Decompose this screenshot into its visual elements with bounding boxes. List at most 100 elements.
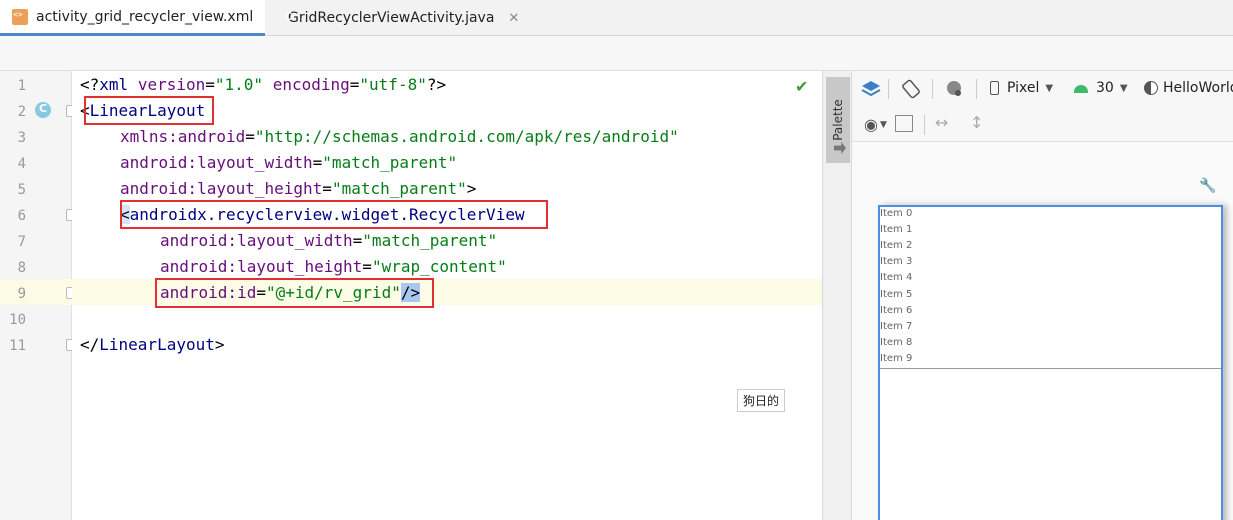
- token: =: [362, 257, 372, 276]
- line-number: 3: [17, 130, 26, 146]
- separator: [924, 115, 925, 135]
- token: layout_width: [237, 231, 353, 250]
- close-icon[interactable]: ✕: [508, 11, 519, 26]
- phone-icon: [990, 81, 999, 95]
- token: "utf-8": [359, 75, 427, 94]
- horizontal-resize-icon[interactable]: ↔: [935, 113, 948, 132]
- line-number: 7: [17, 234, 26, 250]
- recycler-item: Item 2: [880, 240, 913, 251]
- token: "http://schemas.android.com/apk/res/andr…: [254, 127, 679, 146]
- palette-tab[interactable]: Palette: [826, 77, 850, 163]
- line-number: 2: [17, 104, 26, 120]
- token: <?: [80, 75, 100, 94]
- separator: [976, 79, 977, 99]
- line-number-gutter: 1 2 3 4 5 6 7 8 9 10 11: [0, 71, 76, 520]
- theme-selector[interactable]: HelloWorld: [1144, 80, 1233, 96]
- tab-grid-activity-java[interactable]: GridRecyclerViewActivity.java ✕: [268, 0, 528, 36]
- device-selector[interactable]: Pixel ▼: [990, 80, 1053, 96]
- separator: [888, 79, 889, 99]
- token: version: [137, 75, 206, 94]
- code-line-5: android:layout_height="match_parent">: [120, 179, 476, 199]
- code-line-7: android:layout_width="match_parent": [160, 231, 497, 251]
- token: >: [214, 335, 225, 354]
- token: xml: [99, 75, 129, 94]
- layout-design-panel: Pixel ▼ 30 ▼ HelloWorld ◉ ▼ ↔ ↕ 🔧 Item 0 …: [852, 71, 1233, 520]
- token: =: [205, 75, 215, 94]
- annotation-box-id: [155, 278, 434, 308]
- code-line-1: <?xml version="1.0" encoding="utf-8"?>: [80, 75, 446, 95]
- recycler-item: Item 7: [880, 321, 913, 332]
- recycler-item: Item 5: [880, 289, 913, 300]
- token: android:: [120, 179, 198, 198]
- token: =: [349, 75, 360, 94]
- recycler-item: Item 8: [880, 337, 913, 348]
- token: layout_width: [197, 153, 313, 172]
- token: =: [312, 153, 323, 172]
- no-problems-check-icon[interactable]: ✔: [795, 77, 808, 96]
- android-icon: [1074, 85, 1088, 93]
- device-preview[interactable]: Item 0 Item 1 Item 2 Item 3 Item 4 Item …: [878, 205, 1223, 520]
- code-line-4: android:layout_width="match_parent": [120, 153, 457, 173]
- vertical-resize-icon[interactable]: ↕: [970, 113, 983, 132]
- token: ?>: [426, 75, 447, 94]
- token: LinearLayout: [99, 335, 215, 354]
- line-number: 9: [17, 286, 26, 302]
- chevron-down-icon: ▼: [1045, 82, 1054, 94]
- api-label: 30: [1096, 80, 1114, 96]
- tool-window-stripe: Palette: [822, 71, 852, 520]
- layers-icon[interactable]: [860, 79, 882, 99]
- token: >: [466, 179, 477, 198]
- recyclerview-bottom-line: [880, 368, 1221, 369]
- api-selector[interactable]: 30 ▼: [1074, 80, 1128, 96]
- night-mode-icon[interactable]: [944, 79, 966, 99]
- token: android:: [160, 231, 238, 250]
- line-number: 4: [17, 156, 26, 172]
- code-line-8: android:layout_height="wrap_content": [160, 257, 507, 277]
- palette-label: Palette: [831, 99, 845, 141]
- recycler-item: Item 3: [880, 256, 913, 267]
- token: "match_parent": [331, 179, 467, 198]
- line-number: 1: [17, 78, 26, 94]
- editor-toolbar: [0, 36, 1233, 71]
- recycler-item: Item 0: [880, 208, 913, 219]
- token: android:: [160, 257, 238, 276]
- separator: [932, 79, 933, 99]
- chevron-down-icon: ▼: [1119, 82, 1128, 94]
- token: encoding: [272, 75, 350, 94]
- token: layout_height: [197, 179, 323, 198]
- annotation-box-linearlayout: [84, 96, 214, 125]
- recycler-item: Item 1: [880, 224, 913, 235]
- theme-label: HelloWorld: [1163, 80, 1233, 96]
- code-line-11: </LinearLayout>: [80, 335, 225, 355]
- token: "match_parent": [322, 153, 458, 172]
- device-label: Pixel: [1007, 80, 1040, 96]
- recycler-item: Item 4: [880, 272, 913, 283]
- recycler-item: Item 6: [880, 305, 913, 316]
- tab-activity-grid-xml[interactable]: activity_grid_recycler_view.xml: [0, 0, 265, 36]
- xml-file-icon: [12, 8, 28, 25]
- theme-icon: [1144, 81, 1158, 95]
- line-number: 11: [9, 338, 26, 354]
- ime-tooltip: 狗日的: [737, 389, 786, 412]
- token: =: [245, 127, 255, 146]
- class-gutter-icon[interactable]: [35, 102, 51, 118]
- blueprint-icon[interactable]: [895, 115, 913, 132]
- token: android: [177, 127, 246, 146]
- design-toolbar-top: Pixel ▼ 30 ▼ HelloWorld: [852, 71, 1233, 107]
- tab-label: activity_grid_recycler_view.xml: [36, 8, 254, 25]
- line-number: 6: [17, 208, 26, 224]
- eye-icon[interactable]: ◉ ▼: [864, 115, 887, 134]
- wrench-icon[interactable]: 🔧: [1199, 178, 1216, 194]
- token: =: [352, 231, 363, 250]
- tab-label: GridRecyclerViewActivity.java: [288, 10, 495, 26]
- token: "1.0": [214, 75, 264, 94]
- token: xmlns:: [120, 127, 178, 146]
- line-number: 8: [17, 260, 26, 276]
- token: =: [322, 179, 332, 198]
- orientation-icon[interactable]: [900, 78, 922, 100]
- design-toolbar-bottom: ◉ ▼ ↔ ↕: [852, 107, 1233, 142]
- line-number: 10: [9, 312, 26, 328]
- token: </: [80, 335, 100, 354]
- editor-tab-bar: activity_grid_recycler_view.xml GridRecy…: [0, 0, 1233, 36]
- token: layout_height: [237, 257, 363, 276]
